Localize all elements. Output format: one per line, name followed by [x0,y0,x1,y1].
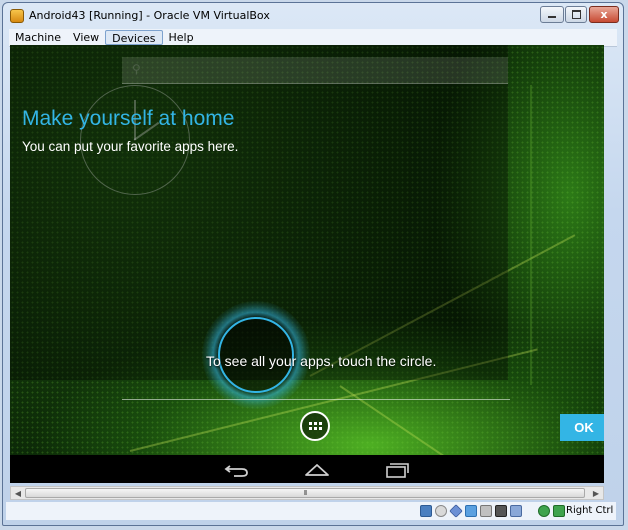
menu-view[interactable]: View [67,30,105,45]
menu-help[interactable]: Help [163,30,200,45]
maximize-button[interactable] [565,6,587,23]
all-apps-button[interactable] [300,411,330,441]
all-apps-hint: To see all your apps, touch the circle. [206,353,437,369]
scroll-right-icon[interactable]: ▶ [590,488,602,498]
guest-display[interactable]: ⚲ Make yourself at home You can put your… [10,45,604,483]
leaf-vein [530,85,532,385]
host-key-label: Right Ctrl [566,505,614,516]
navigation-bar [10,455,604,483]
usb-icon[interactable] [449,504,463,518]
video-capture-icon[interactable] [495,505,507,517]
hard-disk-icon[interactable] [420,505,432,517]
cling-title: Make yourself at home [22,107,235,130]
virtualbox-app-icon [10,9,24,23]
horizontal-scrollbar[interactable]: ◀ III ▶ [10,486,604,500]
back-button[interactable] [222,459,252,479]
network-icon[interactable] [510,505,522,517]
minimize-icon [548,16,556,18]
scrollbar-thumb[interactable]: III [25,488,585,498]
mouse-integration-icon[interactable] [553,505,565,517]
menu-machine[interactable]: Machine [9,30,67,45]
display-icon[interactable] [480,505,492,517]
close-icon: x [600,8,608,21]
window-title: Android43 [Running] - Oracle VM VirtualB… [29,9,270,22]
cling-subtitle: You can put your favorite apps here. [22,139,239,154]
menu-devices[interactable]: Devices [105,30,163,45]
recent-apps-button[interactable] [382,459,412,479]
hotseat-divider [122,399,510,400]
close-button[interactable]: x [589,6,619,23]
status-bar: Right Ctrl [6,502,616,520]
google-search-bar[interactable]: ⚲ [122,57,508,84]
maximize-icon [571,10,581,19]
home-icon [305,464,329,476]
back-icon [224,465,248,477]
scroll-left-icon[interactable]: ◀ [12,488,24,498]
home-button[interactable] [302,459,332,479]
title-bar[interactable]: Android43 [Running] - Oracle VM VirtualB… [3,3,623,29]
scrollbar-grip: III [303,489,308,497]
recent-apps-icon [386,463,409,478]
virtualization-icon[interactable] [538,505,550,517]
minimize-button[interactable] [540,6,564,23]
optical-drive-icon[interactable] [435,505,447,517]
search-icon: ⚲ [132,62,141,76]
shared-folders-icon[interactable] [465,505,477,517]
ok-button[interactable]: OK [560,414,604,441]
